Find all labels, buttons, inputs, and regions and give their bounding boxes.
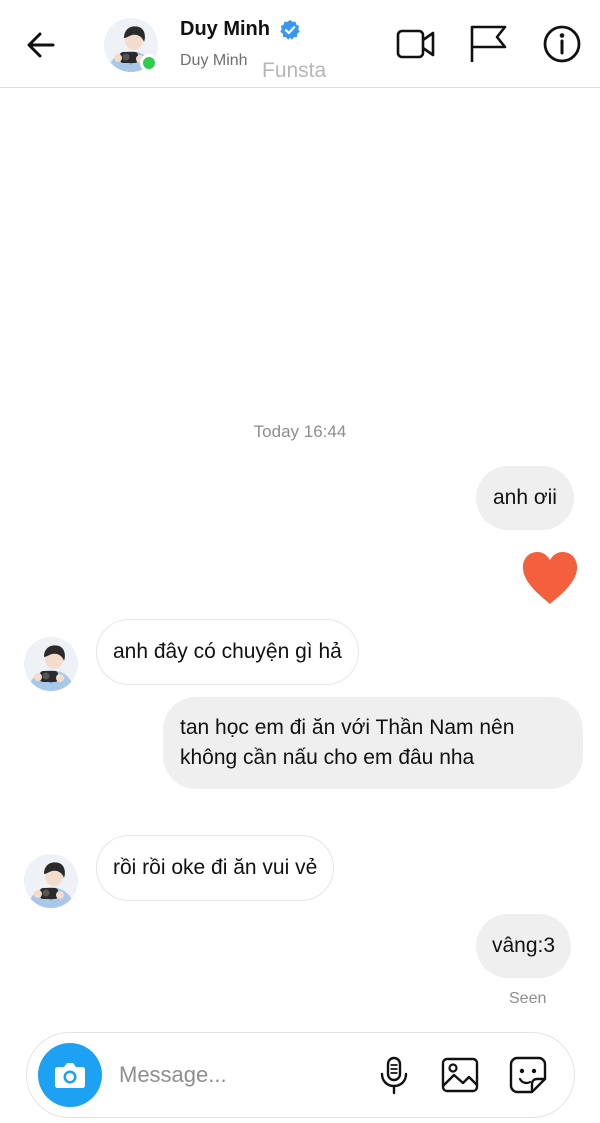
heart-icon [522, 552, 578, 604]
sticker-button[interactable] [508, 1055, 548, 1095]
heart-reaction[interactable] [521, 550, 579, 606]
contact-name-block[interactable]: Duy Minh [180, 18, 301, 41]
microphone-icon [380, 1056, 408, 1095]
back-button[interactable] [22, 25, 62, 65]
info-icon [543, 25, 581, 63]
report-flag-button[interactable] [466, 22, 510, 66]
sender-avatar[interactable] [24, 637, 78, 691]
seen-indicator: Seen [509, 990, 547, 1007]
message-composer [26, 1032, 575, 1118]
contact-avatar[interactable] [104, 18, 158, 72]
back-arrow-icon [27, 32, 55, 58]
camera-button[interactable] [38, 1043, 102, 1107]
message-input[interactable] [119, 1053, 359, 1097]
video-call-button[interactable] [394, 22, 438, 66]
camera-icon [55, 1063, 85, 1088]
message-bubble-outgoing[interactable]: tan học em đi ăn với Thần Nam nên không … [163, 697, 583, 789]
gallery-button[interactable] [440, 1055, 480, 1095]
chat-header: Duy Minh Duy Minh Funsta [0, 0, 600, 88]
watermark-text: Funsta [262, 59, 327, 82]
message-bubble-outgoing[interactable]: vâng:3 [476, 914, 572, 978]
sticker-icon [509, 1056, 547, 1094]
info-button[interactable] [540, 22, 584, 66]
video-call-icon [396, 29, 435, 59]
thread-timestamp: Today 16:44 [253, 422, 347, 441]
gallery-icon [441, 1057, 479, 1093]
message-bubble-incoming[interactable]: rồi rồi oke đi ăn vui vẻ [96, 835, 335, 901]
contact-username: Duy Minh [180, 52, 248, 69]
online-status-dot [140, 54, 158, 72]
voice-message-button[interactable] [374, 1055, 414, 1095]
message-bubble-incoming[interactable]: anh đây có chuyện gì hả [96, 619, 359, 685]
chat-screen: Duy Minh Duy Minh Funsta Today 16:44 anh… [0, 0, 600, 1123]
message-bubble-outgoing[interactable]: anh ơii [476, 466, 574, 530]
contact-name: Duy Minh [180, 18, 270, 40]
sender-avatar[interactable] [24, 854, 78, 908]
verified-badge-icon [280, 19, 300, 40]
flag-icon [470, 25, 507, 62]
